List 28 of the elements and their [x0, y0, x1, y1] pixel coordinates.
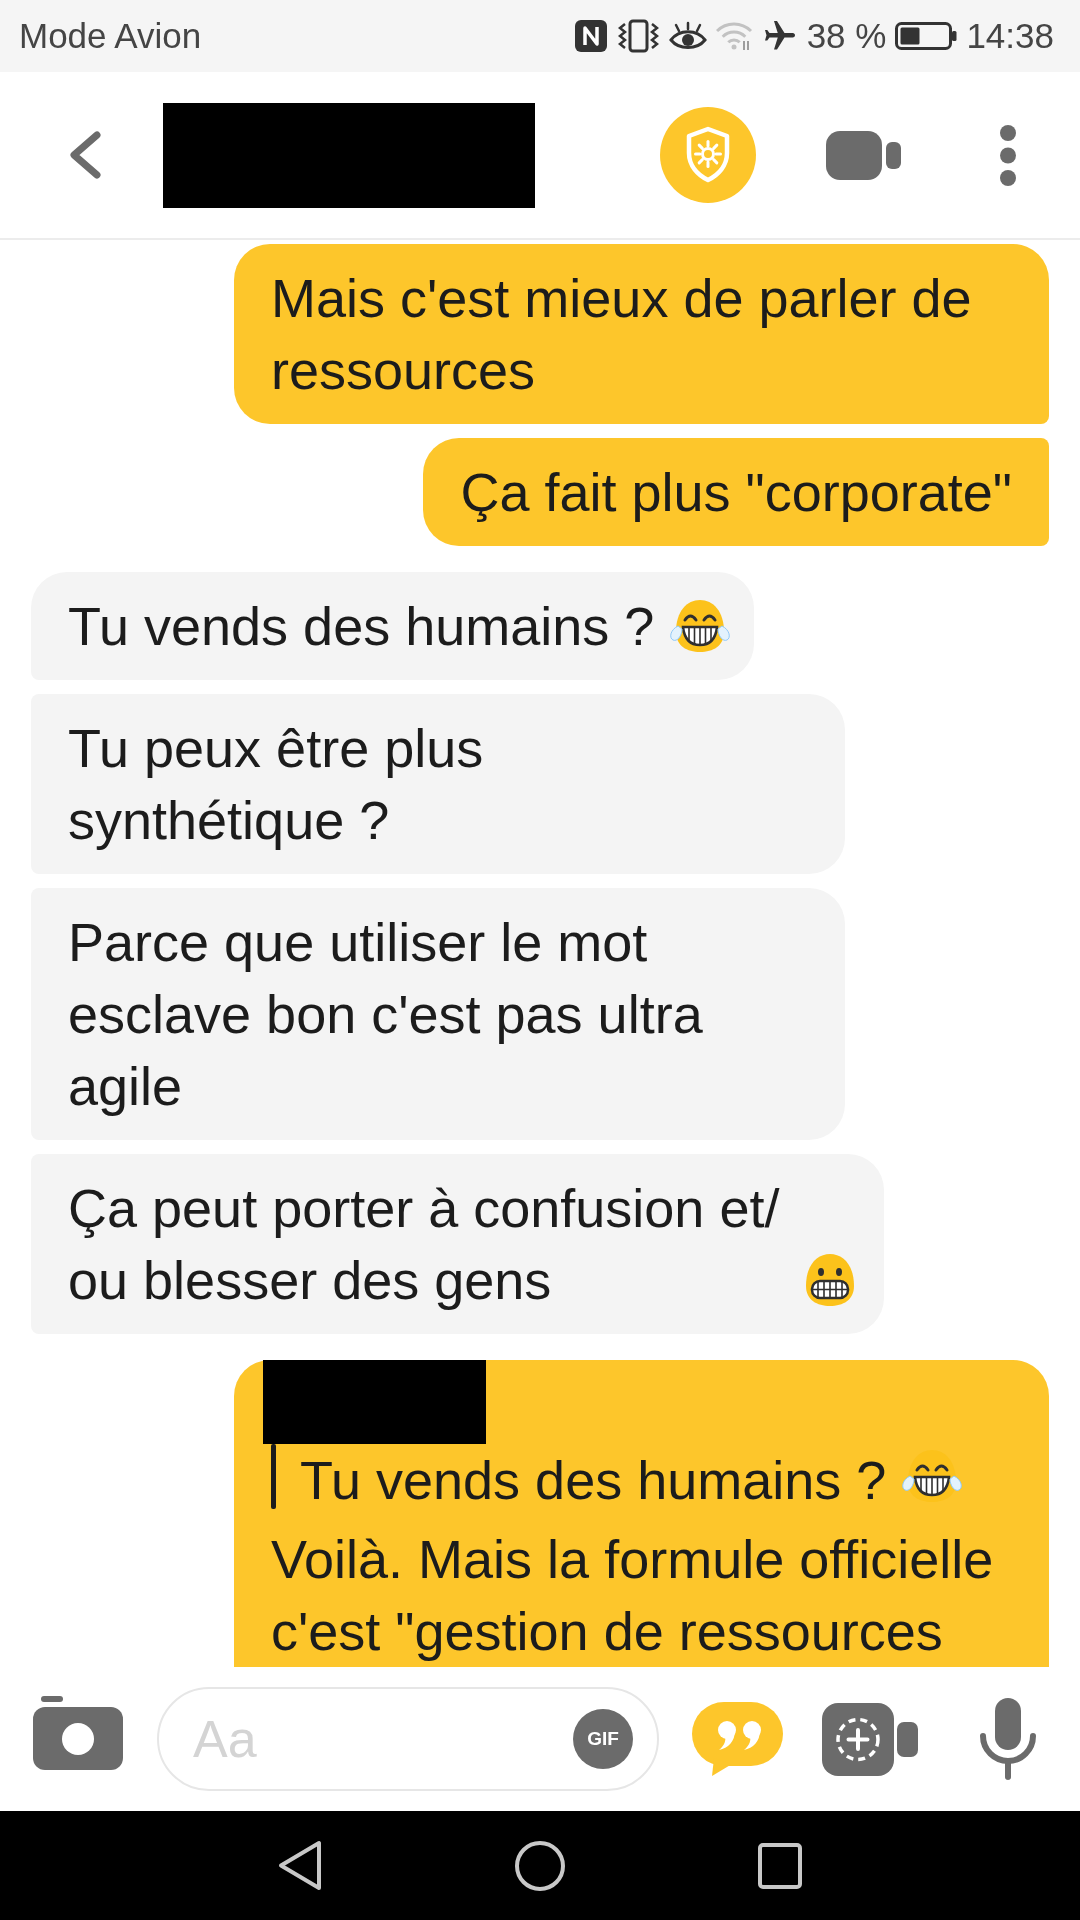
wifi-icon — [715, 21, 753, 51]
message-text: Tu vends des humains ? — [68, 595, 655, 658]
nav-recents-icon[interactable] — [758, 1842, 802, 1889]
microphone-icon[interactable] — [978, 1698, 1038, 1780]
clock-time: 14:38 — [966, 16, 1054, 56]
eye-icon — [668, 21, 707, 51]
nav-home-icon[interactable] — [515, 1840, 565, 1891]
battery-icon — [895, 22, 958, 50]
nfc-icon — [573, 19, 608, 53]
camera-icon[interactable] — [33, 1696, 123, 1770]
quote-bar — [271, 1444, 276, 1509]
laughing-face-icon — [668, 598, 733, 654]
back-icon[interactable] — [67, 130, 103, 180]
message-text: Ça fait plus "corporate" — [460, 462, 1012, 522]
message-text: Ça peut porter à confusion et/ou blesser des gens — [68, 1177, 781, 1312]
message-text: Parce que utiliser le mot esclave bon c'est pas ultra agile — [68, 912, 703, 1116]
quoted-text: Tu vends des humains ? — [300, 1449, 887, 1512]
video-add-icon[interactable] — [822, 1702, 918, 1776]
video-camera-icon[interactable] — [826, 130, 901, 180]
laughing-face-icon — [900, 1448, 965, 1504]
battery-percentage: 38 % — [806, 16, 887, 56]
message-text: Voilà. Mais la formule officielle c'est "gestion de ressources — [271, 1528, 995, 1663]
vibrate-icon — [616, 19, 660, 53]
message-text: Mais c'est mieux de parler de ressources — [271, 268, 972, 400]
message-text: Tu peux être plus synthétique ? — [68, 718, 484, 850]
nav-back-icon[interactable] — [278, 1840, 322, 1891]
airplane-mode-text: Mode Avion — [19, 16, 202, 56]
more-options-icon[interactable] — [1000, 124, 1016, 186]
